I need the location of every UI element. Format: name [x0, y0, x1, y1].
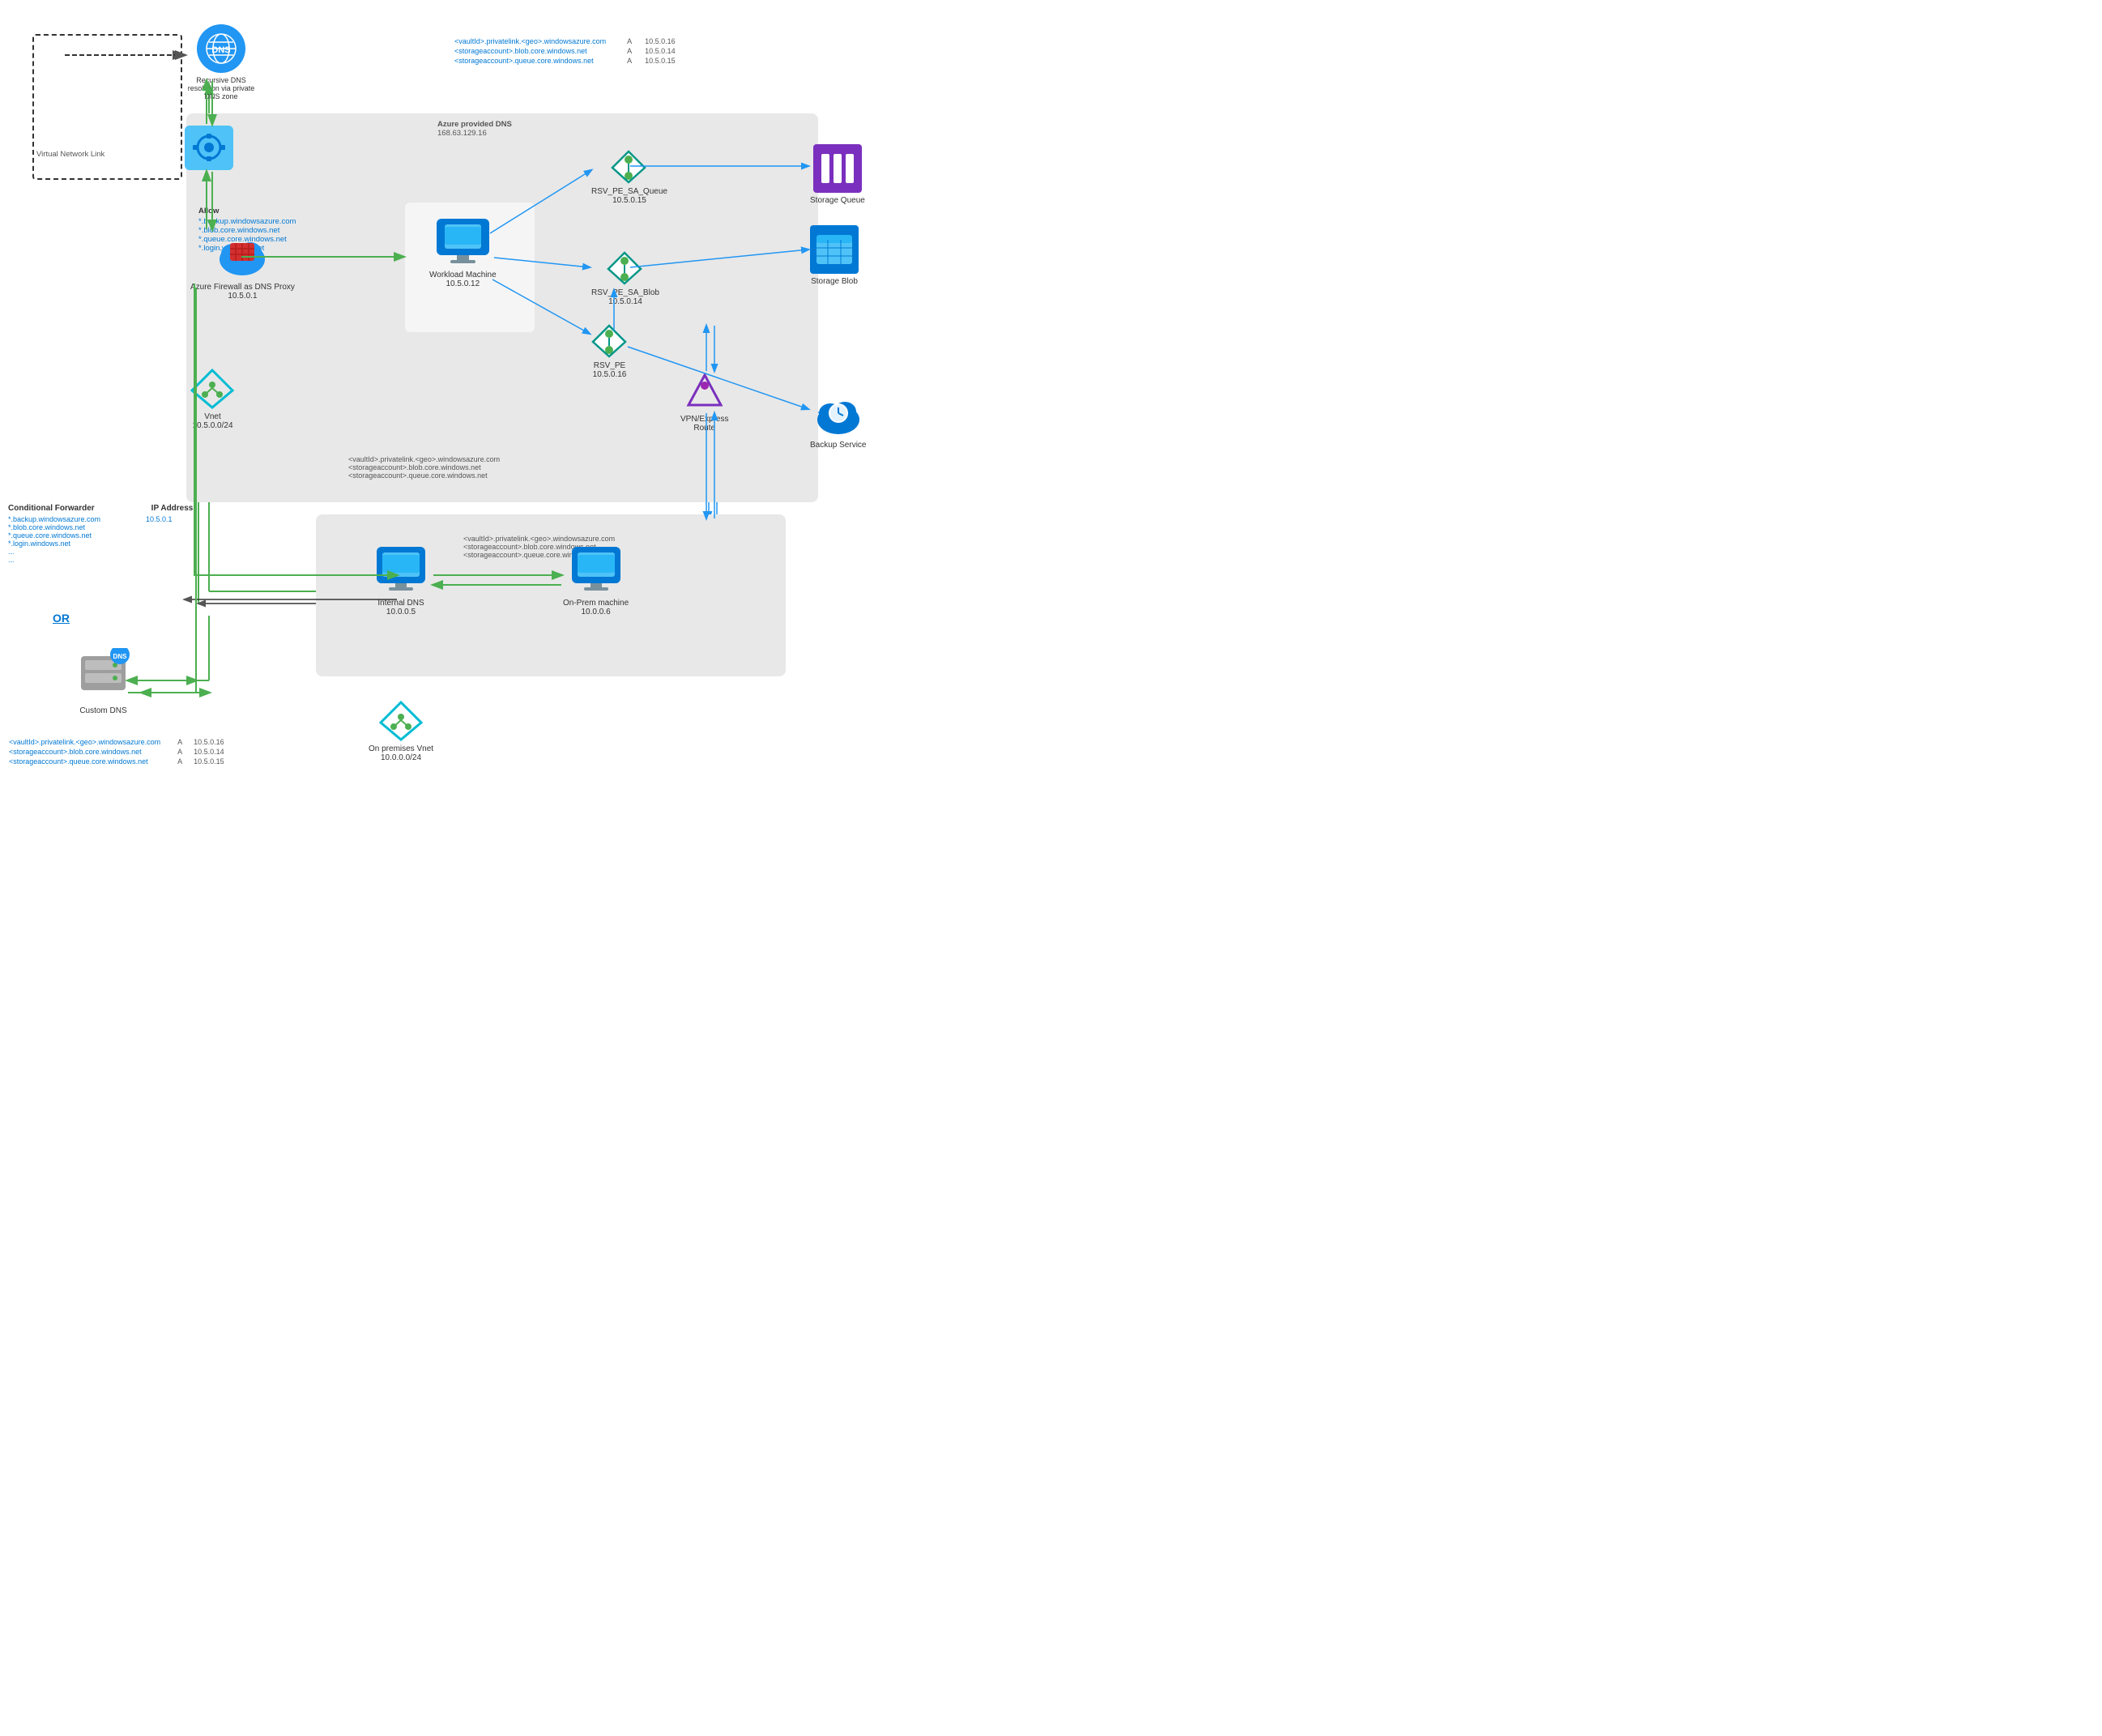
storage-blob-node: Storage Blob [810, 225, 859, 286]
storage-blob-label: Storage Blob [811, 277, 858, 286]
firewall-ip: 10.5.0.1 [228, 292, 257, 301]
dns-globe-icon: DNS [197, 24, 245, 73]
storage-blob-icon [810, 225, 859, 274]
backup-service-node: Backup Service [810, 389, 866, 450]
azure-dns-node [185, 126, 233, 170]
backup-service-label: Backup Service [810, 441, 866, 450]
storage-queue-node: Storage Queue [810, 144, 865, 205]
backup-service-icon [814, 389, 863, 437]
firewall-icon [218, 231, 266, 279]
custom-dns-server-icon: DNS [73, 648, 134, 701]
pe-blob-label: RSV_PE_SA_Blob [591, 288, 659, 297]
globe-svg: DNS [205, 32, 237, 65]
virtual-network-link-label: Virtual Network Link [36, 150, 104, 159]
storage-queue-icon [813, 144, 862, 193]
workload-ip: 10.5.0.12 [446, 279, 480, 288]
on-prem-machine-label: On-Prem machine [563, 599, 629, 608]
pe-queue-icon [611, 150, 647, 184]
pe-blob-node: RSV_PE_SA_Blob 10.5.0.14 [591, 251, 659, 306]
pe-queue-node: RSV_PE_SA_Queue 10.5.0.15 [591, 150, 667, 205]
conditional-forwarder: Conditional Forwarder IP Address *.backu… [8, 504, 193, 564]
workload-label: Workload Machine [429, 271, 497, 279]
pe-rsv-icon [591, 324, 628, 358]
dns-records-bottom: <vaultId>.privatelink.<geo>.windowsazure… [4, 737, 229, 766]
pe-blob-ip: 10.5.0.14 [608, 297, 642, 306]
vnet-cidr: 10.5.0.0/24 [192, 421, 232, 430]
on-prem-vnet-cidr: 10.0.0.0/24 [381, 753, 421, 762]
on-prem-machine-icon [568, 543, 625, 595]
internal-dns-label: Internal DNS [377, 599, 424, 608]
on-prem-vnet-icon [379, 701, 424, 741]
pe-queue-label: RSV_PE_SA_Queue [591, 187, 667, 196]
pe-queue-ip: 10.5.0.15 [612, 196, 646, 205]
svg-text:DNS: DNS [211, 45, 230, 55]
on-prem-machine-ip: 10.0.0.6 [581, 608, 610, 616]
internal-dns-ip: 10.0.0.5 [386, 608, 416, 616]
pe-rsv-ip: 10.5.0.16 [593, 370, 627, 379]
vpn-label: VPN/Express [680, 415, 728, 424]
pe-rsv-label: RSV_PE [594, 361, 625, 370]
vnet-icon [190, 369, 235, 409]
custom-dns-node: DNS Custom DNS [73, 648, 134, 715]
azure-dns-label: Azure provided DNS 168.63.129.16 [437, 120, 512, 138]
storage-queue-label: Storage Queue [810, 196, 865, 205]
internal-dns-node: Internal DNS 10.0.0.5 [373, 543, 429, 616]
workload-node: Workload Machine 10.5.0.12 [429, 215, 497, 288]
pe-blob-icon [607, 251, 643, 285]
on-prem-vnet-label: On premises Vnet [369, 744, 433, 753]
azure-dns-icon [185, 126, 233, 170]
firewall-label: Azure Firewall as DNS Proxy [190, 283, 295, 292]
vpn-icon [684, 371, 725, 412]
dns-records-mid: <vaultId>.privatelink.<geo>.windowsazure… [348, 455, 500, 480]
firewall-node: Azure Firewall as DNS Proxy 10.5.0.1 [190, 231, 295, 301]
custom-dns-label: Custom DNS [79, 706, 126, 715]
vnet-node: Vnet 10.5.0.0/24 [190, 369, 235, 430]
dns-label: Recursive DNS resolution via private DNS… [185, 76, 258, 100]
on-prem-vnet-node: On premises Vnet 10.0.0.0/24 [369, 701, 433, 762]
vpn-route-label: Route [693, 424, 715, 433]
diagram-container: DNS Recursive DNS resolution via private… [0, 0, 972, 810]
internal-dns-icon [373, 543, 429, 595]
vnet-label: Vnet [204, 412, 221, 421]
dns-node: DNS Recursive DNS resolution via private… [185, 24, 258, 100]
pe-rsv-node: RSV_PE 10.5.0.16 [591, 324, 628, 379]
svg-text:DNS: DNS [113, 653, 128, 660]
on-prem-machine-node: On-Prem machine 10.0.0.6 [563, 543, 629, 616]
vpn-node: VPN/Express Route [680, 371, 728, 433]
or-label: OR [53, 612, 70, 625]
dns-records-top: <vaultId>.privatelink.<geo>.windowsazure… [450, 36, 680, 66]
workload-icon [433, 215, 493, 267]
